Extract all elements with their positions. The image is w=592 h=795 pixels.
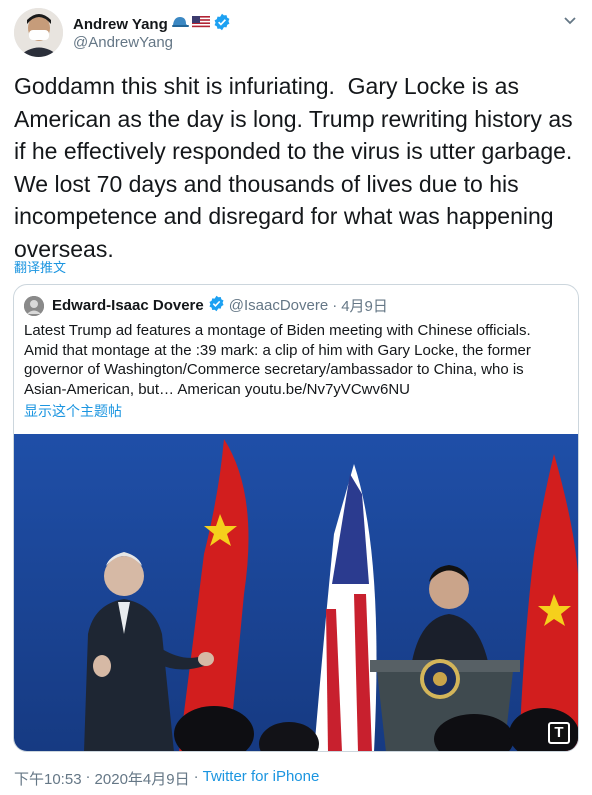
video-still-image	[14, 434, 578, 751]
quoted-tweet-header: Edward-Isaac Dovere @IsaacDovere · 4月9日	[24, 295, 388, 316]
verified-badge-icon	[213, 13, 231, 36]
separator-dot: ·	[193, 768, 199, 785]
video-thumbnail[interactable]: T	[14, 434, 578, 751]
tweet-source-link[interactable]: Twitter for iPhone	[203, 768, 320, 789]
us-flag-emoji-icon	[191, 15, 210, 34]
translate-tweet-link[interactable]: 翻译推文	[14, 257, 66, 276]
quoted-author-handle: @IsaacDovere	[228, 297, 329, 314]
quoted-avatar	[24, 295, 44, 316]
show-thread-link[interactable]: 显示这个主题帖	[24, 401, 122, 421]
verified-badge-icon	[208, 295, 225, 316]
separator-dot: ·	[332, 297, 338, 314]
separator-dot: ·	[85, 768, 91, 785]
tweet-header: Andrew Yang @AndrewYang	[14, 8, 580, 58]
author-handle[interactable]: @AndrewYang	[73, 34, 173, 51]
tweet-text: Goddamn this shit is infuriating. Gary L…	[14, 73, 580, 262]
quoted-tweet[interactable]: Edward-Isaac Dovere @IsaacDovere · 4月9日 …	[13, 284, 579, 752]
video-watermark-badge: T	[548, 722, 570, 744]
avatar[interactable]	[14, 8, 63, 57]
tweet-time[interactable]: 下午10:53	[14, 768, 82, 789]
quoted-date: 4月9日	[341, 298, 388, 315]
chevron-down-icon[interactable]	[560, 10, 580, 30]
author-name[interactable]: Andrew Yang	[73, 16, 168, 33]
tweet-footer: 下午10:53 · 2020年4月9日 · Twitter for iPhone	[14, 768, 319, 789]
quoted-author-name: Edward-Isaac Dovere	[52, 297, 204, 314]
author-name-row[interactable]: Andrew Yang	[73, 13, 231, 36]
tweet-date[interactable]: 2020年4月9日	[95, 768, 190, 789]
cap-emoji-icon	[171, 15, 189, 34]
quoted-tweet-text: Latest Trump ad features a montage of Bi…	[24, 322, 531, 398]
